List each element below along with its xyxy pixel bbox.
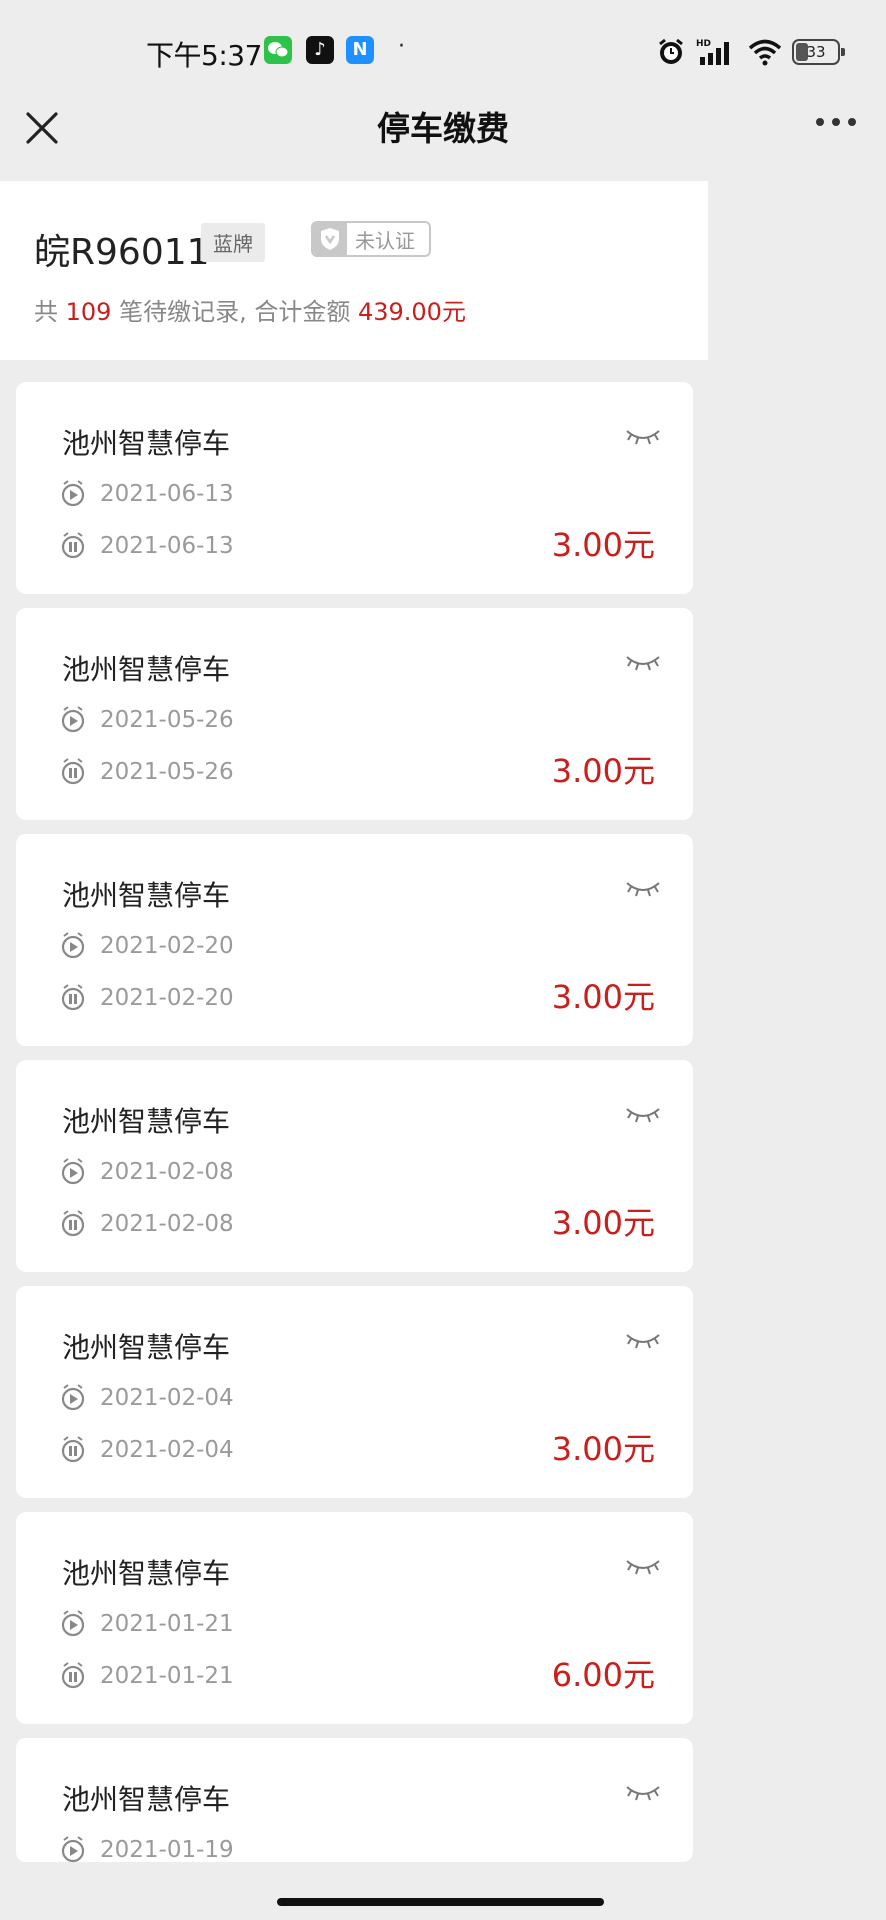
plate-number: 皖R96011 bbox=[34, 232, 210, 273]
start-time-row: 2021-02-08 bbox=[60, 1158, 234, 1186]
end-date: 2021-01-21 bbox=[100, 1663, 234, 1689]
end-time-row: 2021-02-08 bbox=[60, 1210, 234, 1238]
status-time: 下午5:37 bbox=[146, 39, 262, 72]
end-time-row: 2021-01-21 bbox=[60, 1662, 234, 1690]
pending-total: 439.00元 bbox=[357, 298, 466, 326]
start-date: 2021-02-04 bbox=[100, 1385, 234, 1411]
parking-lot-name: 池州智慧停车 bbox=[62, 1105, 231, 1138]
more-menu-icon[interactable] bbox=[816, 118, 856, 126]
end-clock-icon bbox=[60, 758, 86, 786]
start-time-row: 2021-02-20 bbox=[60, 932, 234, 960]
eye-closed-icon[interactable] bbox=[625, 426, 661, 446]
shield-icon bbox=[313, 223, 347, 255]
parking-lot-name: 池州智慧停车 bbox=[62, 427, 231, 460]
start-time-row: 2021-02-04 bbox=[60, 1384, 234, 1412]
end-date: 2021-02-08 bbox=[100, 1211, 234, 1237]
start-time-row: 2021-01-21 bbox=[60, 1610, 234, 1638]
start-date: 2021-01-19 bbox=[100, 1837, 234, 1863]
start-time-row: 2021-05-26 bbox=[60, 706, 234, 734]
eye-closed-icon[interactable] bbox=[625, 652, 661, 672]
end-time-row: 2021-05-26 bbox=[60, 758, 234, 786]
eye-closed-icon[interactable] bbox=[625, 1104, 661, 1124]
pending-summary: 共 109 笔待缴记录, 合计金额 439.00元 bbox=[34, 298, 466, 326]
parking-record-card[interactable]: 池州智慧停车 2021-05-26 2021-05-26 3.00元 bbox=[16, 608, 693, 820]
nav-bar: 停车缴费 bbox=[0, 100, 886, 172]
wifi-icon bbox=[748, 39, 782, 66]
start-date: 2021-05-26 bbox=[100, 707, 234, 733]
end-date: 2021-06-13 bbox=[100, 533, 234, 559]
start-date: 2021-02-08 bbox=[100, 1159, 234, 1185]
end-time-row: 2021-06-13 bbox=[60, 532, 234, 560]
status-dot: · bbox=[398, 34, 405, 59]
parking-lot-name: 池州智慧停车 bbox=[62, 879, 231, 912]
start-date: 2021-01-21 bbox=[100, 1611, 234, 1637]
parking-lot-name: 池州智慧停车 bbox=[62, 1557, 231, 1590]
end-clock-icon bbox=[60, 1210, 86, 1238]
parking-record-card[interactable]: 池州智慧停车 2021-02-04 2021-02-04 3.00元 bbox=[16, 1286, 693, 1498]
end-clock-icon bbox=[60, 1662, 86, 1690]
home-indicator bbox=[277, 1898, 604, 1906]
page-title: 停车缴费 bbox=[377, 109, 509, 148]
parking-record-card[interactable]: 池州智慧停车 2021-01-19 bbox=[16, 1738, 693, 1864]
plate-type-badge: 蓝牌 bbox=[201, 223, 265, 262]
parking-record-card[interactable]: 池州智慧停车 2021-02-08 2021-02-08 3.00元 bbox=[16, 1060, 693, 1272]
vehicle-header: 皖R96011 蓝牌 未认证 共 109 笔待缴记录, 合计金额 439.00元 bbox=[0, 181, 708, 360]
status-right: HD 33 bbox=[656, 34, 845, 70]
parking-record-card[interactable]: 池州智慧停车 2021-01-21 2021-01-21 6.00元 bbox=[16, 1512, 693, 1724]
start-clock-icon bbox=[60, 1836, 86, 1864]
eye-closed-icon[interactable] bbox=[625, 1782, 661, 1802]
start-clock-icon bbox=[60, 1384, 86, 1412]
end-date: 2021-02-20 bbox=[100, 985, 234, 1011]
start-clock-icon bbox=[60, 1158, 86, 1186]
record-amount: 3.00元 bbox=[551, 978, 655, 1016]
record-amount: 3.00元 bbox=[551, 526, 655, 564]
end-clock-icon bbox=[60, 1436, 86, 1464]
alarm-icon bbox=[659, 38, 683, 64]
end-date: 2021-05-26 bbox=[100, 759, 234, 785]
verify-badge[interactable]: 未认证 bbox=[311, 221, 431, 257]
signal-hd-icon: HD bbox=[696, 39, 729, 65]
parking-lot-name: 池州智慧停车 bbox=[62, 1331, 231, 1364]
end-clock-icon bbox=[60, 984, 86, 1012]
battery-icon: 33 bbox=[792, 39, 845, 65]
record-amount: 6.00元 bbox=[551, 1656, 655, 1694]
tiktok-icon: ♪ bbox=[306, 36, 334, 64]
start-clock-icon bbox=[60, 1610, 86, 1638]
eye-closed-icon[interactable] bbox=[625, 878, 661, 898]
parking-lot-name: 池州智慧停车 bbox=[62, 653, 231, 686]
end-clock-icon bbox=[60, 532, 86, 560]
wechat-icon bbox=[264, 36, 292, 64]
parking-record-card[interactable]: 池州智慧停车 2021-06-13 2021-06-13 3.00元 bbox=[16, 382, 693, 594]
parking-lot-name: 池州智慧停车 bbox=[62, 1783, 231, 1816]
end-time-row: 2021-02-04 bbox=[60, 1436, 234, 1464]
end-time-row: 2021-02-20 bbox=[60, 984, 234, 1012]
verify-status: 未认证 bbox=[355, 228, 415, 253]
start-clock-icon bbox=[60, 932, 86, 960]
n-app-icon: N bbox=[346, 36, 374, 64]
record-amount: 3.00元 bbox=[551, 1430, 655, 1468]
record-amount: 3.00元 bbox=[551, 1204, 655, 1242]
pending-count: 109 bbox=[65, 298, 112, 326]
start-time-row: 2021-01-19 bbox=[60, 1836, 234, 1864]
record-amount: 3.00元 bbox=[551, 752, 655, 790]
start-clock-icon bbox=[60, 706, 86, 734]
eye-closed-icon[interactable] bbox=[625, 1556, 661, 1576]
eye-closed-icon[interactable] bbox=[625, 1330, 661, 1350]
end-date: 2021-02-04 bbox=[100, 1437, 234, 1463]
start-date: 2021-02-20 bbox=[100, 933, 234, 959]
start-date: 2021-06-13 bbox=[100, 481, 234, 507]
start-clock-icon bbox=[60, 480, 86, 508]
parking-record-card[interactable]: 池州智慧停车 2021-02-20 2021-02-20 3.00元 bbox=[16, 834, 693, 1046]
start-time-row: 2021-06-13 bbox=[60, 480, 234, 508]
status-bar: 下午5:37 ♪ N · HD 33 bbox=[0, 0, 886, 100]
svg-text:HD: HD bbox=[696, 39, 711, 49]
